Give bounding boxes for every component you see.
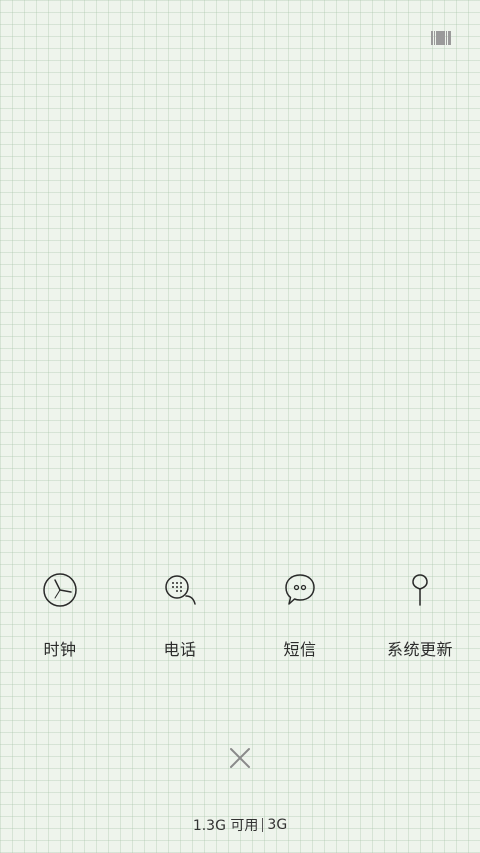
barcode-icon <box>431 31 451 45</box>
phone-icon <box>160 570 200 610</box>
app-clock[interactable]: 时钟 <box>0 570 120 670</box>
memory-available: 1.3G 可用 <box>192 818 259 834</box>
app-label: 电话 <box>163 640 197 659</box>
network-type: 3G <box>267 817 288 833</box>
app-dock: 时钟 电话 短信 系统更新 <box>0 570 480 670</box>
multitask-button[interactable] <box>430 28 452 48</box>
app-messages[interactable]: 短信 <box>240 570 360 670</box>
update-icon <box>400 570 440 610</box>
close-button[interactable] <box>226 744 254 772</box>
app-label: 短信 <box>283 640 317 659</box>
status-bar: 1.3G 可用 3G <box>0 815 480 835</box>
status-divider <box>262 818 264 832</box>
clock-icon <box>40 570 80 610</box>
app-system-update[interactable]: 系统更新 <box>360 570 480 670</box>
app-label: 时钟 <box>43 640 77 659</box>
close-icon <box>230 748 250 768</box>
app-phone[interactable]: 电话 <box>120 570 240 670</box>
message-icon <box>280 570 320 610</box>
app-label: 系统更新 <box>386 640 453 659</box>
